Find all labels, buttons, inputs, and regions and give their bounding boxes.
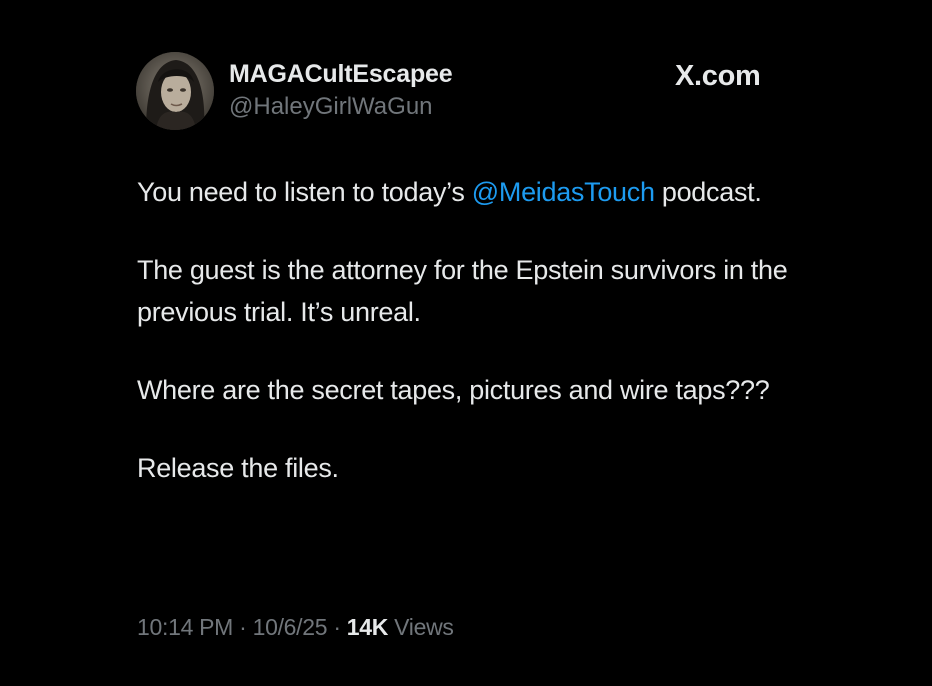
tweet-paragraph-2: The guest is the attorney for the Epstei… — [137, 255, 788, 327]
meta-separator: · — [233, 614, 253, 640]
profile-photo-icon — [136, 52, 214, 130]
tweet-text-suffix: podcast. — [654, 177, 762, 207]
tweet-paragraph-3: Where are the secret tapes, pictures and… — [137, 375, 770, 405]
author-display-name[interactable]: MAGACultEscapee — [229, 60, 453, 89]
tweet-date[interactable]: 10/6/25 — [253, 614, 328, 640]
tweet-card: MAGACultEscapee @HaleyGirlWaGun X.com Yo… — [0, 0, 932, 686]
mention-link[interactable]: @MeidasTouch — [472, 177, 655, 207]
meta-separator: · — [327, 614, 347, 640]
x-brand-label: X.com — [675, 60, 761, 92]
tweet-paragraph-1: You need to listen to today’s @MeidasTou… — [137, 171, 817, 213]
tweet-meta: 10:14 PM · 10/6/25 · 14K Views — [137, 614, 454, 641]
views-label: Views — [388, 614, 454, 640]
avatar[interactable] — [136, 52, 214, 130]
tweet-time[interactable]: 10:14 PM — [137, 614, 233, 640]
tweet-body: You need to listen to today’s @MeidasTou… — [137, 171, 817, 489]
author-handle[interactable]: @HaleyGirlWaGun — [229, 93, 433, 121]
tweet-text-prefix: You need to listen to today’s — [137, 177, 472, 207]
views-count[interactable]: 14K — [347, 614, 389, 640]
tweet-paragraph-4: Release the files. — [137, 453, 339, 483]
